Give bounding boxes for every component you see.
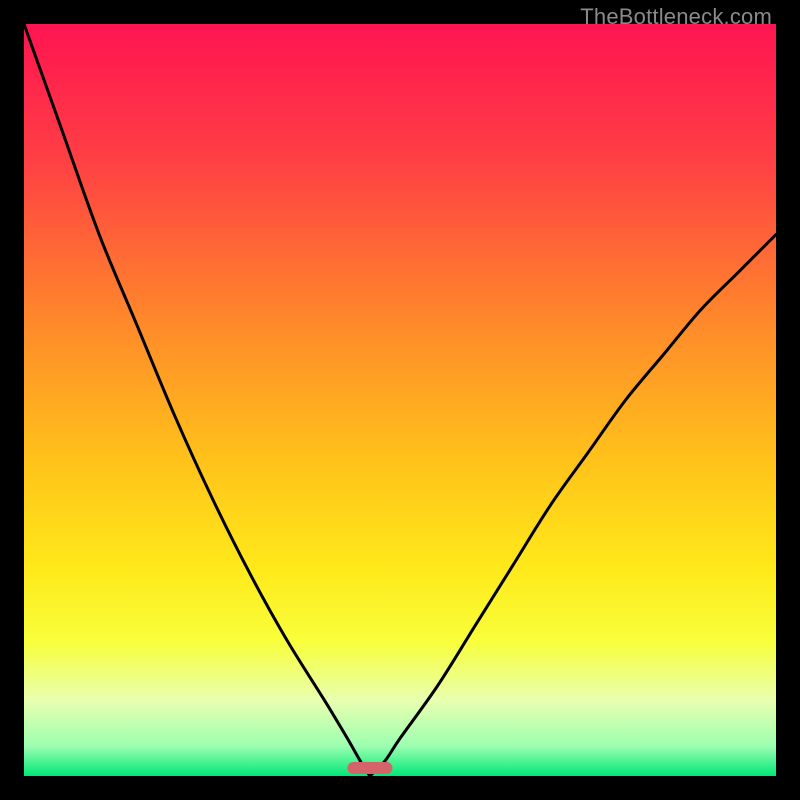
- watermark-text: TheBottleneck.com: [580, 4, 772, 30]
- notch-marker: [347, 762, 392, 774]
- plot-frame: [24, 24, 776, 776]
- gradient-background: [24, 24, 776, 776]
- bottleneck-plot: [24, 24, 776, 776]
